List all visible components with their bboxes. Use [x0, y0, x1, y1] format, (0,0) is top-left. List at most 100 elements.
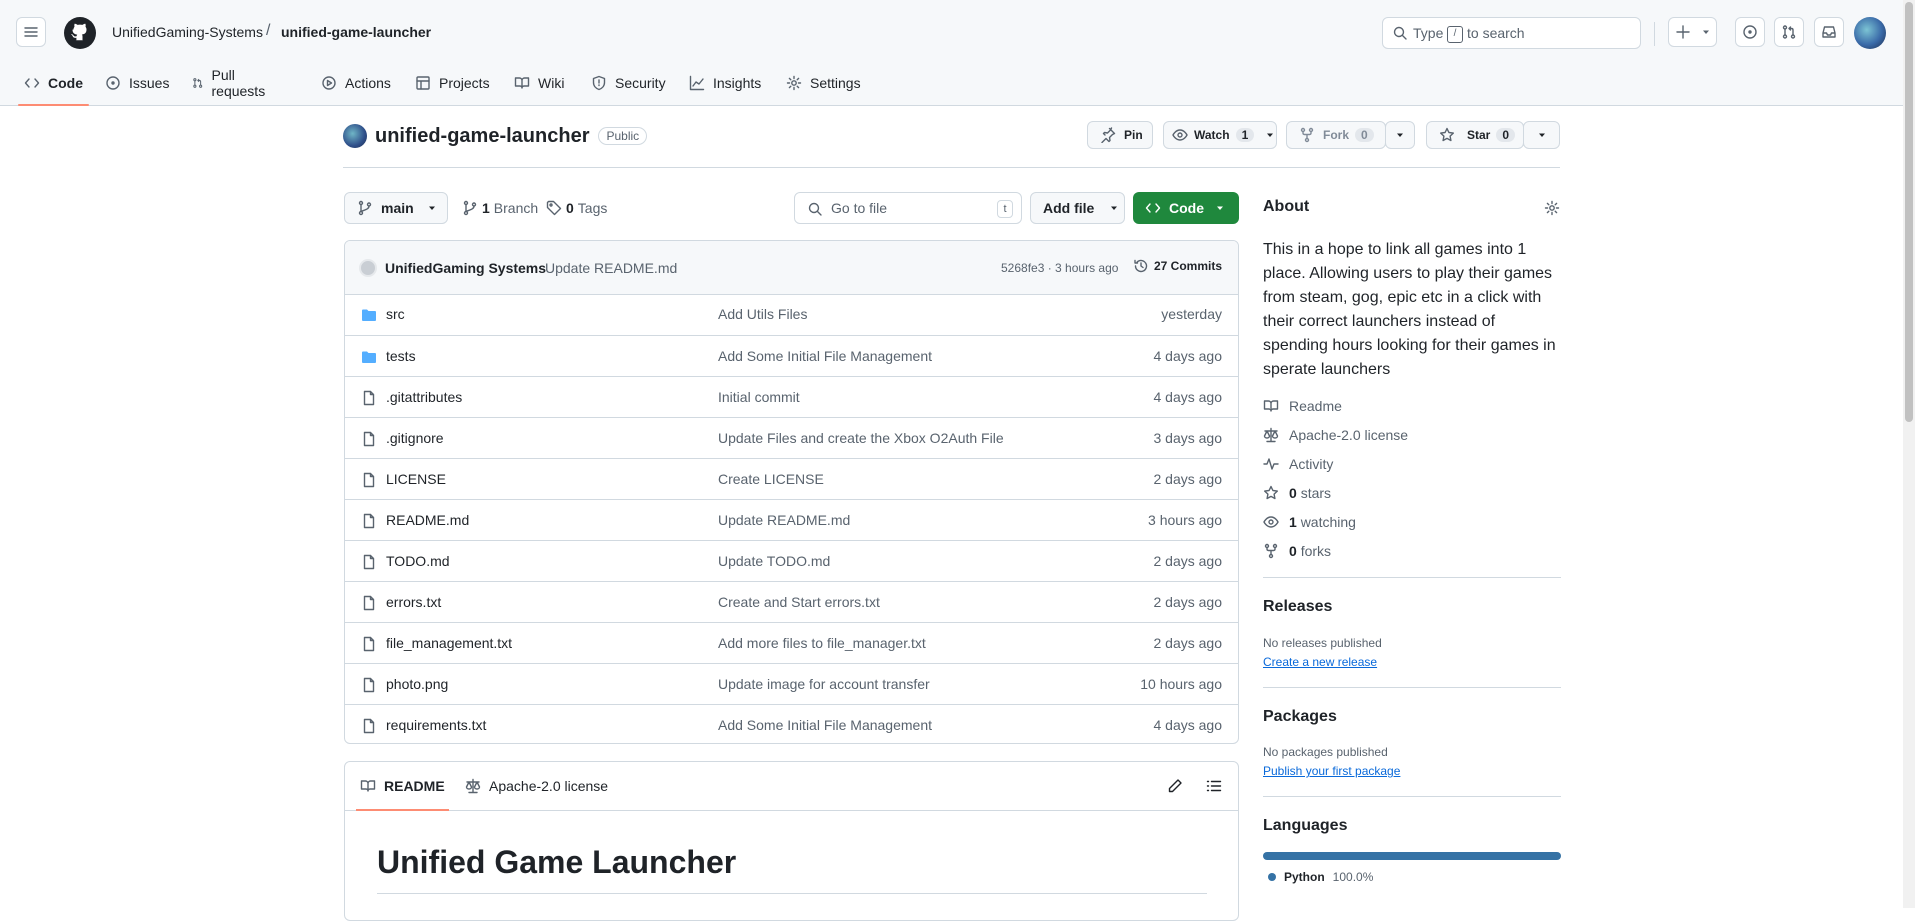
branch-selector[interactable]: main: [344, 192, 448, 224]
user-avatar[interactable]: [1854, 17, 1886, 49]
tab-code[interactable]: Code: [18, 60, 89, 106]
repo-owner-avatar[interactable]: [343, 124, 367, 148]
fork-button[interactable]: Fork 0: [1286, 121, 1386, 149]
plus-icon: [1676, 25, 1690, 39]
gear-icon[interactable]: [1544, 200, 1560, 216]
readme-link[interactable]: Readme: [1263, 398, 1342, 414]
file-name[interactable]: photo.png: [386, 676, 448, 692]
file-commit-message[interactable]: Initial commit: [718, 389, 800, 405]
stars-link[interactable]: 0 stars: [1263, 485, 1331, 501]
create-release-link[interactable]: Create a new release: [1263, 655, 1377, 669]
file-row[interactable]: README.md Update README.md 3 hours ago: [345, 499, 1238, 540]
file-name[interactable]: LICENSE: [386, 471, 446, 487]
commit-author[interactable]: UnifiedGaming Systems: [385, 260, 546, 276]
tab-actions[interactable]: Actions: [321, 60, 391, 105]
scrollbar-thumb[interactable]: [1905, 2, 1913, 422]
file-commit-message[interactable]: Add more files to file_manager.txt: [718, 635, 926, 651]
pencil-icon: [1168, 779, 1182, 793]
license-link[interactable]: Apache-2.0 license: [1263, 427, 1408, 443]
pin-button[interactable]: Pin: [1087, 121, 1153, 149]
tab-pull-requests[interactable]: Pull requests: [192, 60, 270, 105]
publish-package-link[interactable]: Publish your first package: [1263, 764, 1400, 778]
tab-projects[interactable]: Projects: [415, 60, 490, 105]
commit-message[interactable]: Update README.md: [545, 260, 677, 276]
watching-link[interactable]: 1 watching: [1263, 514, 1356, 530]
pull-requests-button[interactable]: [1774, 17, 1804, 47]
file-commit-message[interactable]: Add Some Initial File Management: [718, 348, 932, 364]
activity-link[interactable]: Activity: [1263, 456, 1333, 472]
file-name[interactable]: .gitignore: [386, 430, 444, 446]
file-commit-message[interactable]: Update image for account transfer: [718, 676, 930, 692]
file-row[interactable]: .gitattributes Initial commit 4 days ago: [345, 376, 1238, 417]
commit-author-avatar[interactable]: [359, 259, 377, 277]
file-row[interactable]: TODO.md Update TODO.md 2 days ago: [345, 540, 1238, 581]
file-row[interactable]: file_management.txt Add more files to fil…: [345, 622, 1238, 663]
file-row[interactable]: tests Add Some Initial File Management 4 d…: [345, 335, 1238, 376]
file-name[interactable]: TODO.md: [386, 553, 450, 569]
outline-button[interactable]: [1206, 778, 1222, 794]
file-commit-message[interactable]: Add Some Initial File Management: [718, 717, 932, 733]
repo-link[interactable]: unified-game-launcher: [281, 24, 431, 40]
edit-readme-button[interactable]: [1167, 778, 1183, 794]
tab-readme[interactable]: README: [356, 762, 449, 811]
file-row[interactable]: src Add Utils Files yesterday: [345, 294, 1238, 335]
branches-link[interactable]: 1 Branch: [462, 200, 538, 216]
inbox-button[interactable]: [1814, 17, 1844, 47]
add-file-button[interactable]: Add file: [1030, 192, 1125, 224]
issues-button[interactable]: [1735, 17, 1765, 47]
book-icon: [1263, 400, 1279, 412]
file-type-icon: [361, 431, 377, 447]
file-row[interactable]: LICENSE Create LICENSE 2 days ago: [345, 458, 1238, 499]
commit-sha-time[interactable]: 5268fe3 · 3 hours ago: [1001, 261, 1118, 275]
tab-label: Settings: [810, 74, 861, 91]
commits-count: 27 Commits: [1154, 259, 1223, 273]
packages-title[interactable]: Packages: [1263, 708, 1337, 726]
code-button[interactable]: Code: [1133, 192, 1239, 224]
file-commit-message[interactable]: Create LICENSE: [718, 471, 824, 487]
language-item[interactable]: Python 100.0%: [1268, 870, 1373, 884]
tab-security[interactable]: Security: [591, 60, 666, 105]
repo-name[interactable]: unified-game-launcher: [375, 125, 589, 148]
file-commit-message[interactable]: Add Utils Files: [718, 306, 807, 322]
file-name[interactable]: README.md: [386, 512, 469, 528]
file-commit-date: 3 days ago: [1153, 430, 1223, 446]
watch-button[interactable]: Watch 1: [1163, 121, 1277, 149]
file-name[interactable]: .gitattributes: [386, 389, 462, 405]
branches-count: 1: [482, 200, 490, 216]
file-name[interactable]: file_management.txt: [386, 635, 512, 651]
page-scrollbar[interactable]: [1903, 0, 1915, 908]
file-row[interactable]: .gitignore Update Files and create the Xb…: [345, 417, 1238, 458]
tab-wiki[interactable]: Wiki: [514, 60, 564, 105]
file-row[interactable]: requirements.txt Add Some Initial File Ma…: [345, 704, 1238, 743]
github-logo[interactable]: [64, 17, 96, 49]
file-commit-message[interactable]: Update Files and create the Xbox O2Auth …: [718, 430, 1004, 446]
star-button[interactable]: Star 0: [1426, 121, 1524, 149]
search-input[interactable]: Type / to search: [1382, 17, 1641, 49]
file-row[interactable]: photo.png Update image for account transf…: [345, 663, 1238, 704]
go-to-file-input[interactable]: Go to file t: [794, 192, 1022, 224]
stars-label: stars: [1300, 485, 1332, 501]
file-row[interactable]: errors.txt Create and Start errors.txt 2 d…: [345, 581, 1238, 622]
tab-issues[interactable]: Issues: [105, 60, 169, 105]
repo-forked-icon: [1300, 127, 1314, 143]
file-name[interactable]: errors.txt: [386, 594, 441, 610]
create-new-button[interactable]: [1668, 17, 1717, 47]
file-type-icon: [361, 554, 377, 570]
file-name[interactable]: src: [386, 306, 405, 322]
file-commit-message[interactable]: Update README.md: [718, 512, 850, 528]
file-commit-message[interactable]: Create and Start errors.txt: [718, 594, 880, 610]
fork-dropdown[interactable]: [1385, 121, 1415, 149]
tags-link[interactable]: 0 Tags: [546, 200, 607, 216]
commits-link[interactable]: 27 Commits: [1133, 258, 1222, 274]
menu-button[interactable]: [16, 17, 46, 47]
tab-insights[interactable]: Insights: [689, 60, 761, 105]
file-commit-message[interactable]: Update TODO.md: [718, 553, 830, 569]
file-name[interactable]: tests: [386, 348, 416, 364]
tab-settings[interactable]: Settings: [786, 60, 861, 105]
owner-link[interactable]: UnifiedGaming-Systems: [112, 24, 263, 40]
releases-title[interactable]: Releases: [1263, 598, 1332, 616]
star-dropdown[interactable]: [1523, 121, 1560, 149]
tab-license[interactable]: Apache-2.0 license: [465, 762, 608, 810]
file-name[interactable]: requirements.txt: [386, 717, 486, 733]
forks-link[interactable]: 0 forks: [1263, 543, 1331, 559]
